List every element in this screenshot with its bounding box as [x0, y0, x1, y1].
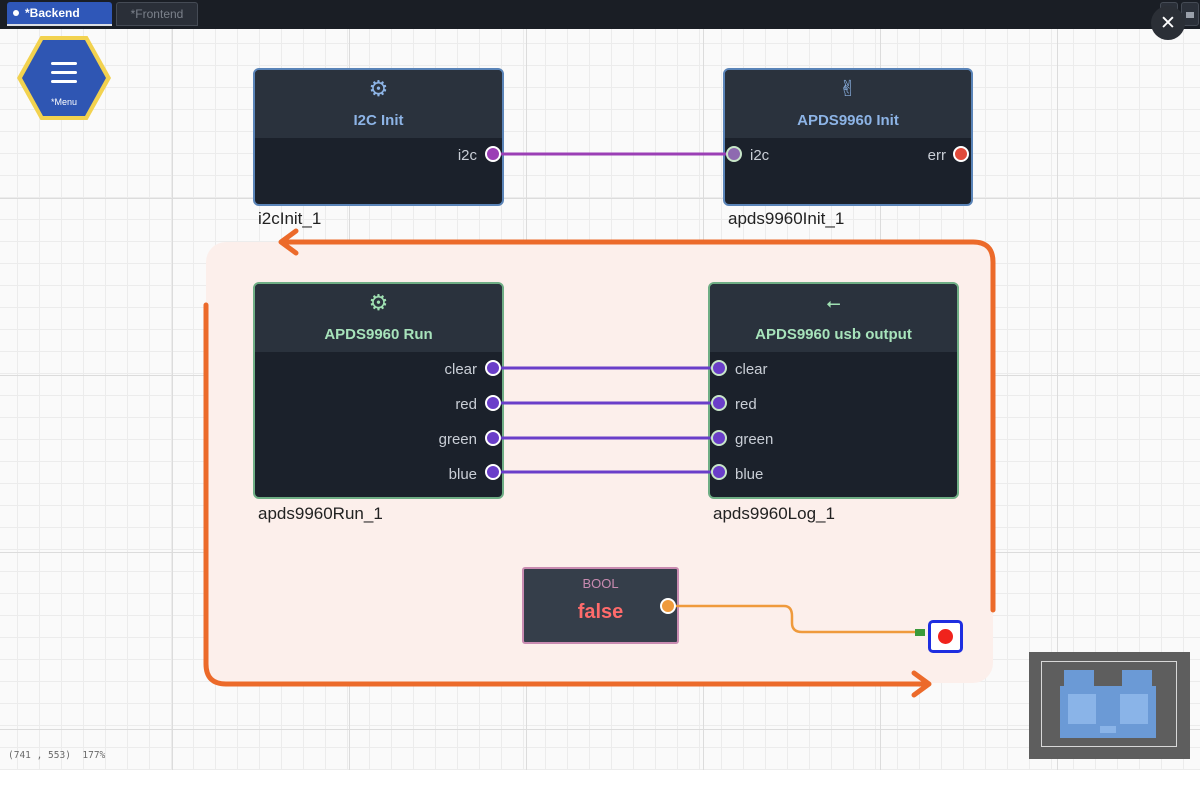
gear-icon: ⚙ [368, 76, 389, 101]
port-label-blue: blue [448, 466, 477, 483]
node-title: APDS9960 Run [324, 326, 433, 343]
close-button[interactable]: ✕ [1151, 6, 1185, 40]
close-icon: ✕ [1160, 12, 1176, 34]
node-apds9960-init[interactable]: ✌ APDS9960 Init i2c err [723, 68, 973, 206]
cursor-coords: (741 , 553) [8, 750, 71, 761]
tab-bar: *Backend *Frontend [0, 0, 1200, 29]
zoom-level: 177% [82, 750, 106, 761]
tab-backend[interactable]: *Backend [7, 2, 112, 26]
minimap[interactable] [1029, 652, 1190, 759]
node-apds9960-usb-output[interactable]: ⭠ APDS9960 usb output clear red green bl… [708, 282, 959, 499]
coordinate-readout: (741 , 553) 177% [8, 750, 105, 761]
port-label-i2c: i2c [750, 147, 770, 164]
node-i2c-init[interactable]: ⚙ I2C Init i2c [253, 68, 504, 206]
node-instance-name: apds9960Run_1 [258, 504, 383, 523]
port-label-err: err [927, 147, 946, 164]
unsaved-dot-icon [13, 10, 19, 16]
bool-value[interactable]: false [524, 601, 677, 624]
tab-frontend-label: *Frontend [130, 7, 184, 21]
node-title: I2C Init [353, 112, 404, 129]
port-label-green: green [438, 431, 477, 448]
port-label-i2c: i2c [457, 147, 477, 164]
port-label-red: red [735, 396, 757, 413]
usb-icon: ⭠ [826, 293, 841, 313]
port-label-clear: clear [444, 361, 477, 378]
node-instance-name: apds9960Log_1 [713, 504, 835, 523]
hamburger-icon [51, 62, 77, 89]
tab-backend-label: *Backend [25, 6, 80, 20]
peace-hand-icon: ✌ [838, 76, 858, 101]
bool-type-label: BOOL [582, 576, 619, 591]
loop-stop-button[interactable] [928, 620, 963, 653]
bottom-bar [0, 770, 1200, 801]
minimap-viewport [1041, 661, 1177, 747]
node-instance-name: apds9960Init_1 [728, 209, 845, 228]
node-title: APDS9960 Init [797, 112, 899, 129]
port-label-green: green [735, 431, 774, 448]
port-label-red: red [455, 396, 477, 413]
gear-icon: ⚙ [368, 290, 389, 315]
port-label-blue: blue [735, 466, 764, 483]
port-label-clear: clear [735, 361, 768, 378]
node-instance-name: i2cInit_1 [258, 209, 322, 228]
menu-label: *Menu [50, 97, 77, 107]
node-title: APDS9960 usb output [755, 326, 912, 343]
node-apds9960-run[interactable]: ⚙ APDS9960 Run clear red green blue [253, 282, 504, 499]
node-bool[interactable]: BOOL false [522, 567, 679, 644]
tab-frontend[interactable]: *Frontend [116, 2, 198, 26]
